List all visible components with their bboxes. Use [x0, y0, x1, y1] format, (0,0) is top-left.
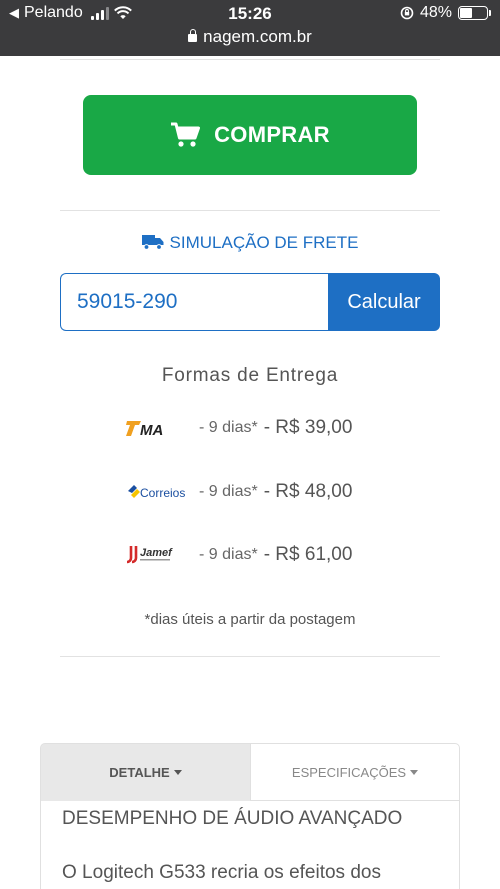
battery-percent: 48%: [419, 4, 452, 21]
tma-logo: MA: [125, 414, 195, 442]
description-heading: DESEMPENHO DE ÁUDIO AVANÇADO: [62, 808, 403, 829]
status-right: 48%: [400, 4, 491, 22]
delivery-note: *dias úteis a partir da postagem: [144, 611, 356, 628]
delivery-title: Formas de Entrega: [161, 365, 339, 386]
shipping-price: - R$ 39,00: [263, 417, 353, 438]
tab-detalhe[interactable]: DETALHE: [40, 743, 251, 801]
shipping-days: - 9 dias*: [199, 419, 258, 436]
shipping-option-jamef: Jamef - 9 dias* - R$ 61,00: [125, 539, 352, 571]
tab-label: DETALHE: [109, 765, 170, 780]
svg-text:Jamef: Jamef: [140, 547, 173, 559]
buy-button-label: COMPRAR: [214, 122, 330, 147]
svg-text:MA: MA: [140, 422, 163, 438]
description-text: O Logitech G533 recria os efeitos dos: [62, 862, 381, 883]
shipping-price: - R$ 61,00: [263, 544, 353, 565]
shipping-price: - R$ 48,00: [263, 481, 353, 502]
url-text: nagem.com.br: [203, 27, 312, 46]
buy-button[interactable]: COMPRAR: [83, 95, 417, 175]
shipping-option-tma: MA - 9 dias* - R$ 39,00: [125, 412, 352, 444]
cart-icon: [171, 122, 201, 147]
calculate-button[interactable]: Calcular: [328, 273, 440, 331]
rotation-lock-icon: [400, 6, 414, 20]
tab-especificacoes[interactable]: ESPECIFICAÇÕES: [250, 743, 460, 801]
url-bar[interactable]: nagem.com.br: [0, 27, 500, 47]
tab-label: ESPECIFICAÇÕES: [291, 764, 407, 780]
lock-icon: [188, 29, 198, 42]
correios-logo: Correios: [125, 478, 195, 506]
cep-input[interactable]: 59015-290: [60, 273, 330, 331]
divider: [60, 656, 440, 657]
status-bar: ◀ Pelando 15:26 48% nagem.com.br: [0, 0, 500, 56]
shipping-days: - 9 dias*: [199, 546, 258, 563]
caret-down-icon: [410, 769, 419, 775]
svg-text:Correios: Correios: [140, 486, 185, 500]
caret-down-icon: [173, 770, 182, 775]
shipping-days: - 9 dias*: [199, 483, 258, 500]
freight-title: SIMULAÇÃO DE FRETE: [0, 233, 500, 253]
jamef-logo: Jamef: [125, 541, 195, 569]
divider: [60, 210, 440, 211]
truck-icon: [141, 235, 164, 250]
divider: [60, 59, 440, 60]
freight-title-text: SIMULAÇÃO DE FRETE: [169, 233, 359, 252]
shipping-option-correios: Correios - 9 dias* - R$ 48,00: [125, 476, 352, 508]
battery-icon: [458, 6, 491, 20]
